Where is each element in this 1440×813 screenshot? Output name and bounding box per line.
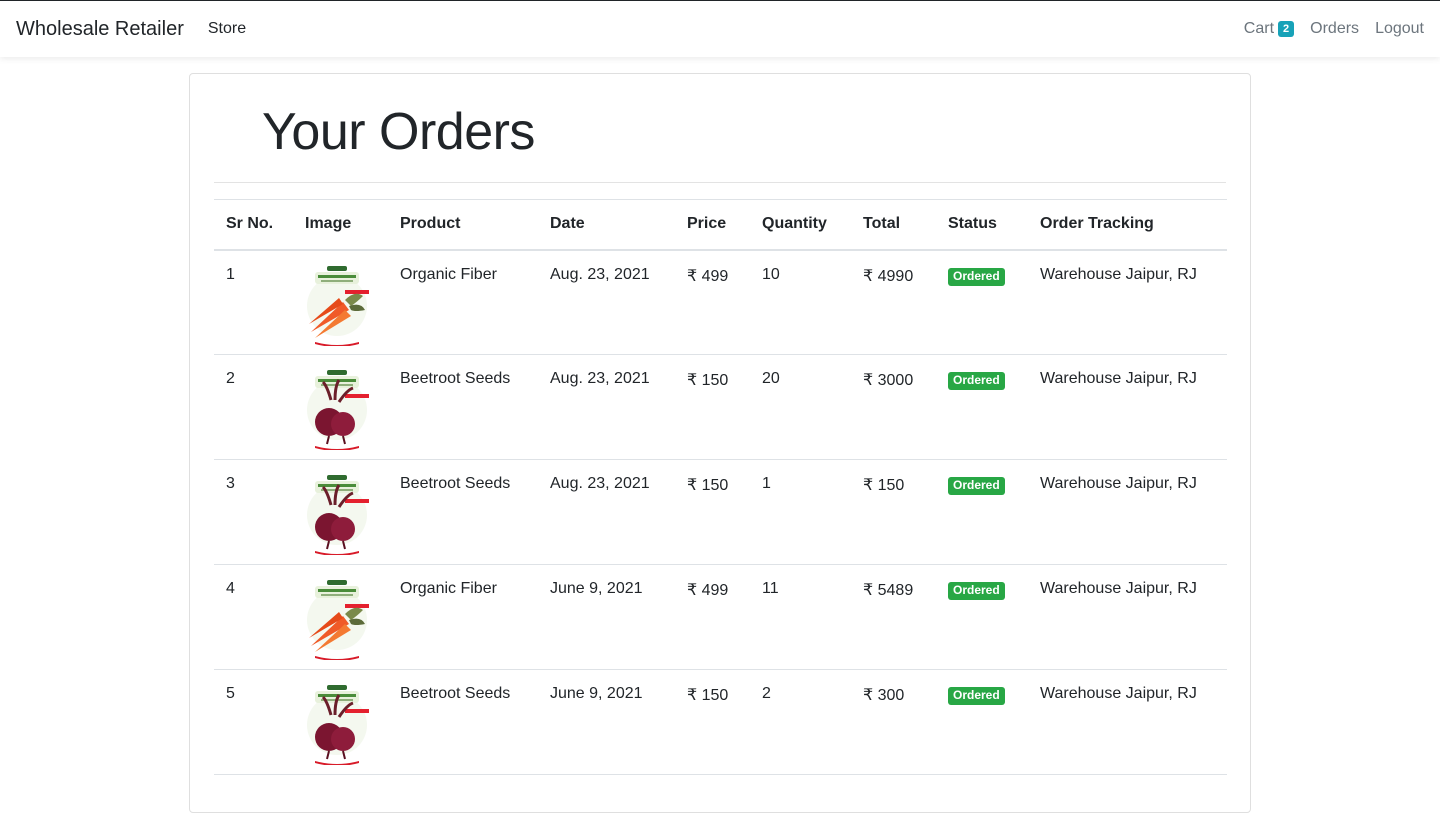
cell-total: ₹ 4990 [863, 267, 914, 285]
status-badge: Ordered [948, 267, 1005, 286]
cell-price: ₹ 499 [687, 267, 729, 285]
cell-status: Ordered [936, 565, 1028, 670]
cell-total: ₹ 300 [863, 687, 905, 704]
page-title: Your Orders [262, 103, 535, 161]
cell-order-tracking: Warehouse Jaipur, RJ [1040, 370, 1197, 387]
cell-price: ₹ 150 [687, 687, 729, 704]
status-badge: Ordered [948, 372, 1005, 390]
header-price: Price [687, 215, 727, 233]
cell-product: Organic Fiber [400, 265, 497, 283]
title-divider [214, 182, 1226, 183]
cell-price: ₹ 150 [687, 372, 729, 389]
cell-status: Ordered [936, 670, 1028, 775]
product-image[interactable] [305, 262, 369, 346]
cell-order-tracking: Warehouse Jaipur, RJ [1040, 265, 1197, 283]
table-row: 4 Organic Fiber June 9, 2021 ₹ 499 11 ₹ … [214, 565, 1227, 670]
cell-date: Aug. 23, 2021 [550, 475, 650, 492]
header-product: Product [400, 215, 461, 233]
orders-card: Your Orders Sr No. Image Product Date Pr… [189, 73, 1251, 813]
cell-quantity: 20 [762, 370, 780, 387]
cell-image [293, 670, 388, 775]
header-date: Date [550, 215, 585, 233]
nav-store-link[interactable]: Store [208, 20, 246, 38]
cell-total: ₹ 3000 [863, 372, 914, 389]
cell-price: ₹ 150 [687, 477, 729, 494]
cell-status: Ordered [936, 460, 1028, 565]
status-badge: Ordered [948, 687, 1005, 705]
cell-quantity: 1 [762, 475, 771, 492]
cell-product: Beetroot Seeds [400, 475, 511, 492]
table-row: 1 Organic Fiber Aug. 23, 2021 ₹ 499 10 ₹… [214, 250, 1227, 355]
cell-product: Organic Fiber [400, 580, 497, 597]
product-image[interactable] [305, 471, 369, 555]
cell-quantity: 11 [762, 580, 779, 597]
cell-quantity: 10 [762, 265, 780, 283]
header-sr-no: Sr No. [226, 215, 274, 233]
table-row: 5 Beetroot Seeds June 9, 2021 ₹ 150 2 ₹ … [214, 670, 1227, 775]
cell-date: June 9, 2021 [550, 685, 643, 702]
top-navbar: Wholesale Retailer Store Cart 2 Orders L… [0, 1, 1440, 57]
cell-product: Beetroot Seeds [400, 685, 511, 702]
product-image[interactable] [305, 366, 369, 450]
product-image[interactable] [305, 681, 369, 765]
cell-sr-no: 4 [226, 580, 235, 597]
product-image[interactable] [305, 576, 369, 660]
nav-right-group: Cart 2 Orders Logout [1244, 20, 1424, 38]
cell-sr-no: 1 [226, 265, 235, 283]
cell-image [293, 460, 388, 565]
orders-table: Sr No. Image Product Date Price Quantity… [214, 199, 1227, 775]
cell-price: ₹ 499 [687, 582, 729, 599]
cell-sr-no: 5 [226, 685, 235, 702]
cell-date: Aug. 23, 2021 [550, 370, 650, 387]
cell-status: Ordered [936, 250, 1028, 355]
nav-orders-link[interactable]: Orders [1310, 20, 1359, 38]
cell-quantity: 2 [762, 685, 771, 702]
cell-image [293, 565, 388, 670]
table-header-row: Sr No. Image Product Date Price Quantity… [214, 199, 1227, 250]
status-badge: Ordered [948, 582, 1005, 600]
status-badge: Ordered [948, 477, 1005, 495]
cell-status: Ordered [936, 355, 1028, 460]
cell-image [293, 250, 388, 355]
nav-cart-label: Cart [1243, 20, 1275, 37]
table-row: 3 Beetroot Seeds Aug. 23, 2021 ₹ 150 1 ₹… [214, 460, 1227, 565]
header-status: Status [948, 215, 997, 233]
cell-date: Aug. 23, 2021 [550, 265, 650, 283]
header-quantity: Quantity [762, 215, 827, 233]
nav-logout-link[interactable]: Logout [1375, 20, 1424, 38]
cell-product: Beetroot Seeds [400, 370, 511, 387]
cell-date: June 9, 2021 [550, 580, 643, 597]
cell-order-tracking: Warehouse Jaipur, RJ [1040, 475, 1197, 492]
brand-link[interactable]: Wholesale Retailer [16, 18, 184, 41]
header-order-tracking: Order Tracking [1040, 215, 1154, 233]
nav-cart-link[interactable]: Cart 2 [1243, 20, 1295, 38]
cell-image [293, 355, 388, 460]
cell-total: ₹ 5489 [863, 582, 914, 599]
cell-sr-no: 2 [226, 370, 235, 387]
table-row: 2 Beetroot Seeds Aug. 23, 2021 ₹ 150 20 … [214, 355, 1227, 460]
cell-sr-no: 3 [226, 475, 235, 492]
cart-count-badge: 2 [1278, 21, 1295, 37]
header-total: Total [863, 215, 901, 233]
cell-order-tracking: Warehouse Jaipur, RJ [1040, 685, 1197, 702]
header-image: Image [305, 215, 352, 233]
cell-total: ₹ 150 [863, 477, 905, 494]
cell-order-tracking: Warehouse Jaipur, RJ [1040, 580, 1197, 597]
